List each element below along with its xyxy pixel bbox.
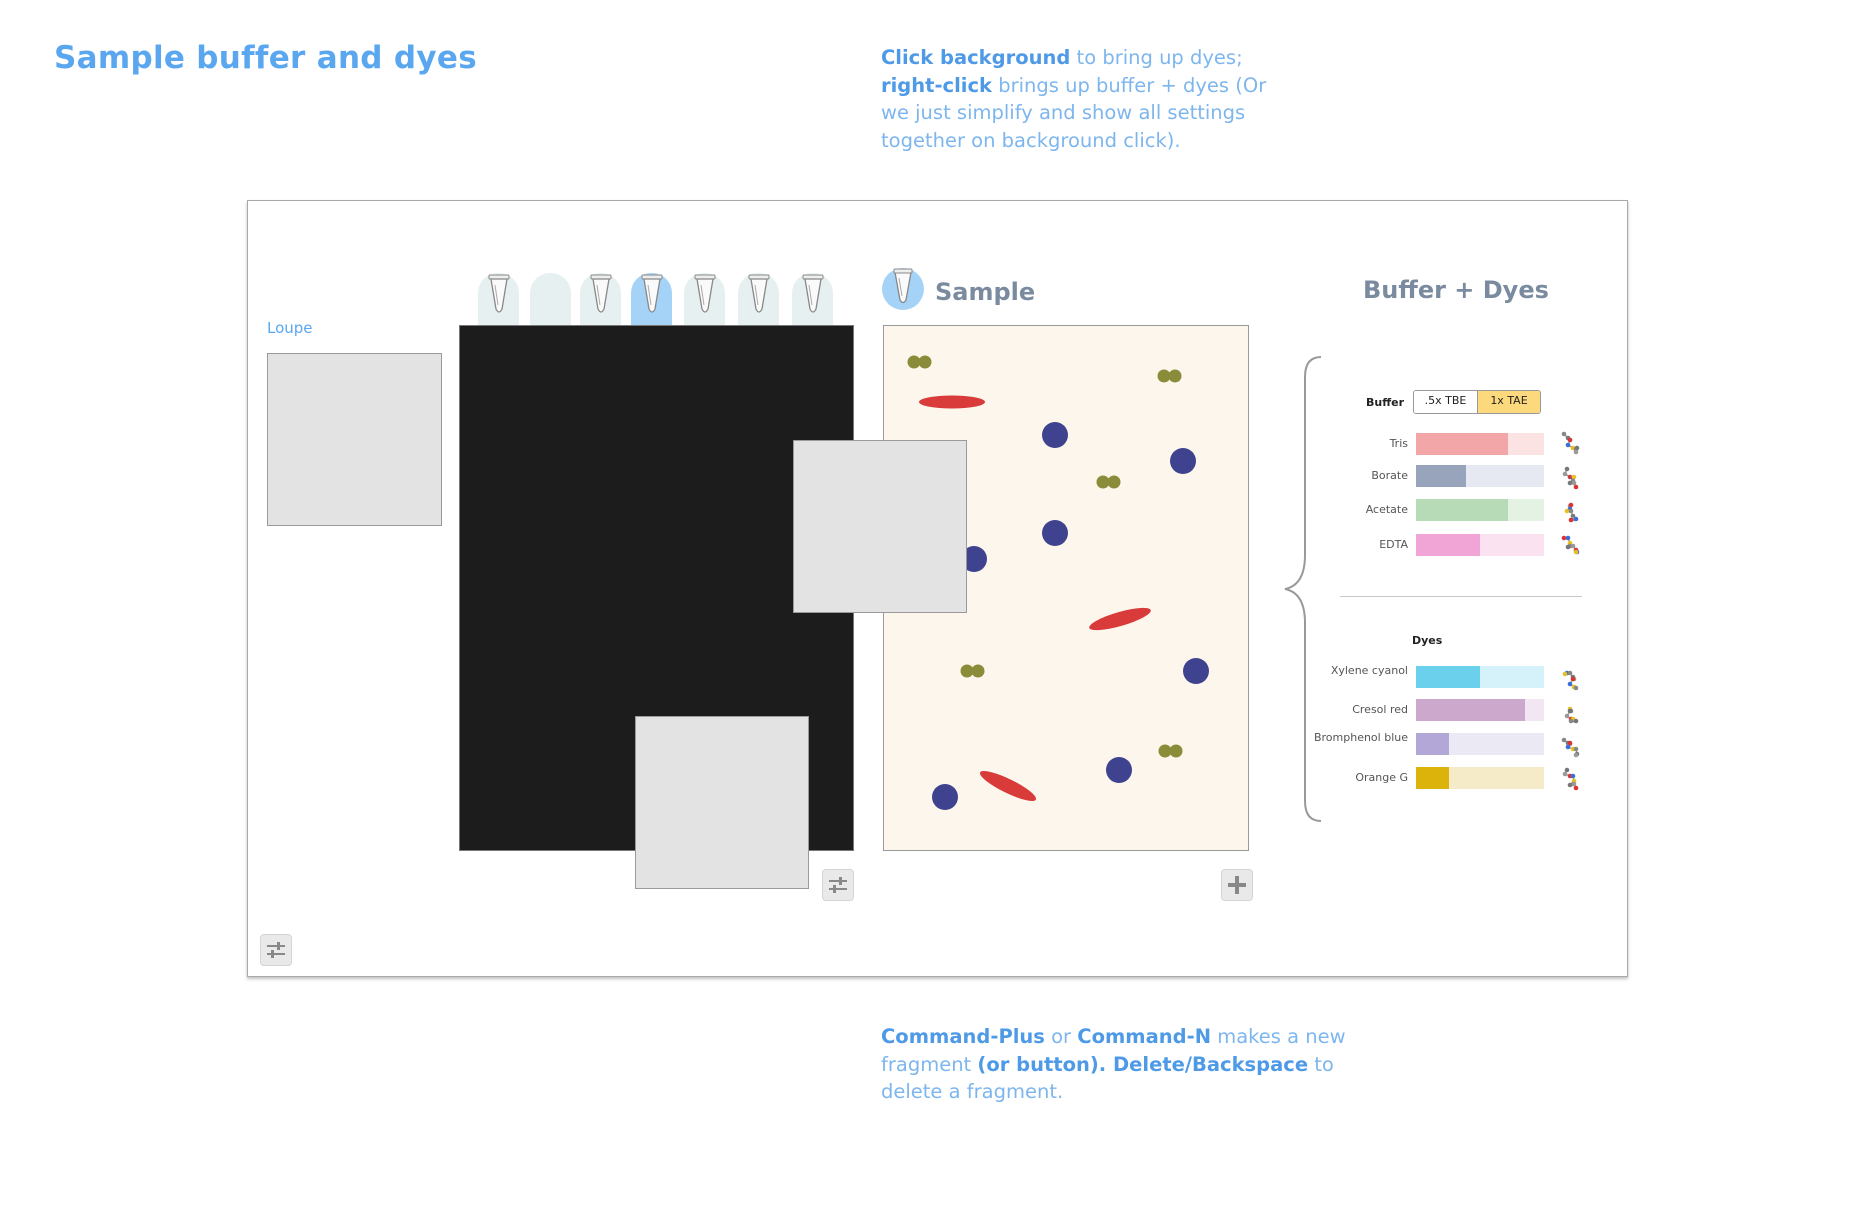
dye-slider[interactable] bbox=[1416, 767, 1544, 789]
molecule-structure-icon bbox=[1562, 466, 1579, 490]
settings-button[interactable] bbox=[260, 934, 292, 966]
buffer-component-slider[interactable] bbox=[1416, 465, 1544, 487]
brace-icon bbox=[1284, 356, 1322, 822]
dye-slider-fill bbox=[1416, 699, 1525, 721]
well-5[interactable] bbox=[684, 273, 725, 325]
buffer-dyes-title: Buffer + Dyes bbox=[1363, 276, 1549, 304]
buffer-component-slider[interactable] bbox=[1416, 433, 1544, 455]
molecule-structure-icon bbox=[1561, 431, 1580, 455]
note-bottom-seg: or bbox=[1044, 1025, 1078, 1048]
sample-tube-badge bbox=[882, 268, 924, 310]
molecule-small[interactable] bbox=[1157, 369, 1182, 383]
note-bottom-seg: Command-Plus bbox=[881, 1025, 1045, 1048]
molecule-structure-icon bbox=[1561, 535, 1580, 555]
loupe-overlay-bottom[interactable] bbox=[635, 716, 809, 889]
well-7[interactable] bbox=[792, 273, 833, 325]
buffer-component-label: Tris bbox=[1389, 437, 1408, 450]
buffer-component-slider-fill bbox=[1416, 465, 1466, 487]
molecule-red[interactable] bbox=[919, 395, 985, 409]
dye-slider-fill bbox=[1416, 666, 1480, 688]
note-top-seg: to bring up dyes; bbox=[1070, 46, 1243, 69]
well-1[interactable] bbox=[478, 273, 519, 325]
dye-molecule bbox=[1559, 729, 1589, 763]
molecule-blue[interactable] bbox=[1106, 757, 1132, 783]
molecule-small[interactable] bbox=[1096, 475, 1121, 489]
dye-slider-fill bbox=[1416, 733, 1449, 755]
buffer-component-slider[interactable] bbox=[1416, 534, 1544, 556]
buffer-component-label: Borate bbox=[1371, 469, 1408, 482]
sample-title: Sample bbox=[935, 278, 1036, 306]
dye-slider[interactable] bbox=[1416, 733, 1544, 755]
dye-slider[interactable] bbox=[1416, 699, 1544, 721]
molecule-small[interactable] bbox=[960, 664, 985, 678]
molecule-red[interactable] bbox=[1087, 603, 1152, 634]
well-4[interactable] bbox=[631, 273, 672, 325]
buffer-component-slider-fill bbox=[1416, 534, 1480, 556]
molecule-blue[interactable] bbox=[1170, 448, 1196, 474]
microtube-icon bbox=[694, 274, 716, 313]
molecule-structure-icon bbox=[1564, 502, 1579, 523]
molecule-red[interactable] bbox=[977, 766, 1039, 806]
add-fragment-button[interactable] bbox=[1221, 869, 1253, 901]
molecule-blue[interactable] bbox=[1183, 658, 1209, 684]
well-2[interactable] bbox=[530, 273, 571, 325]
buffer-label: Buffer bbox=[1366, 396, 1405, 409]
microtube-icon bbox=[488, 274, 510, 313]
dye-molecule bbox=[1559, 763, 1589, 797]
dye-label: Xylene cyanol bbox=[1330, 664, 1408, 677]
sliders-icon bbox=[267, 942, 285, 958]
sliders-icon bbox=[829, 877, 847, 893]
dye-label: Bromphenol blue bbox=[1313, 731, 1408, 744]
microtube-icon bbox=[590, 274, 612, 313]
microtube-icon bbox=[641, 274, 663, 313]
dye-molecule bbox=[1559, 662, 1589, 696]
buffer-component-molecule bbox=[1559, 495, 1589, 529]
dyes-label: Dyes bbox=[1412, 634, 1443, 647]
gel-settings-button[interactable] bbox=[822, 869, 854, 901]
well-3[interactable] bbox=[580, 273, 621, 325]
note-bottom-seg: (or button). Delete/Backspace bbox=[977, 1052, 1309, 1076]
molecule-structure-icon bbox=[1561, 737, 1580, 758]
buffer-component-slider[interactable] bbox=[1416, 499, 1544, 521]
buffer-component-molecule bbox=[1559, 429, 1589, 463]
molecule-blue[interactable] bbox=[1042, 520, 1068, 546]
microtube-icon bbox=[893, 268, 913, 304]
buffer-component-label: EDTA bbox=[1379, 538, 1408, 551]
buffer-option-tae[interactable]: 1x TAE bbox=[1478, 391, 1540, 413]
buffer-component-label: Acetate bbox=[1365, 503, 1408, 516]
buffer-option-tbe[interactable]: .5x TBE bbox=[1414, 391, 1478, 413]
dye-slider-fill bbox=[1416, 767, 1449, 789]
plus-icon bbox=[1228, 876, 1246, 894]
molecule-blue[interactable] bbox=[932, 784, 958, 810]
loupe-view[interactable] bbox=[267, 353, 442, 526]
molecule-blue[interactable] bbox=[1042, 422, 1068, 448]
dye-slider[interactable] bbox=[1416, 666, 1544, 688]
loupe-overlay-right-edge bbox=[883, 440, 967, 613]
page-title: Sample buffer and dyes bbox=[54, 40, 477, 76]
molecule-structure-icon bbox=[1562, 767, 1579, 791]
divider bbox=[1340, 596, 1582, 597]
note-top: Click background to bring up dyes; right… bbox=[881, 44, 1281, 154]
microtube-icon bbox=[748, 274, 770, 313]
dye-label: Orange G bbox=[1355, 771, 1408, 784]
molecule-small[interactable] bbox=[907, 355, 932, 369]
buffer-component-slider-fill bbox=[1416, 499, 1508, 521]
dye-molecule bbox=[1559, 695, 1589, 729]
well-6[interactable] bbox=[738, 273, 779, 325]
loupe-label: Loupe bbox=[267, 319, 313, 337]
buffer-component-molecule bbox=[1559, 530, 1589, 564]
note-top-seg: right-click bbox=[881, 73, 993, 97]
dye-label: Cresol red bbox=[1352, 703, 1408, 716]
note-bottom: Command-Plus or Command-N makes a new fr… bbox=[881, 1023, 1401, 1106]
buffer-segmented-control[interactable]: .5x TBE 1x TAE bbox=[1413, 390, 1541, 414]
note-bottom-seg: Command-N bbox=[1077, 1025, 1212, 1048]
molecule-small[interactable] bbox=[1158, 744, 1183, 758]
microtube-icon bbox=[802, 274, 824, 313]
note-top-seg: Click background bbox=[881, 46, 1071, 69]
molecule-structure-icon bbox=[1562, 670, 1579, 691]
buffer-component-slider-fill bbox=[1416, 433, 1508, 455]
buffer-component-molecule bbox=[1559, 461, 1589, 495]
molecule-structure-icon bbox=[1564, 706, 1579, 724]
